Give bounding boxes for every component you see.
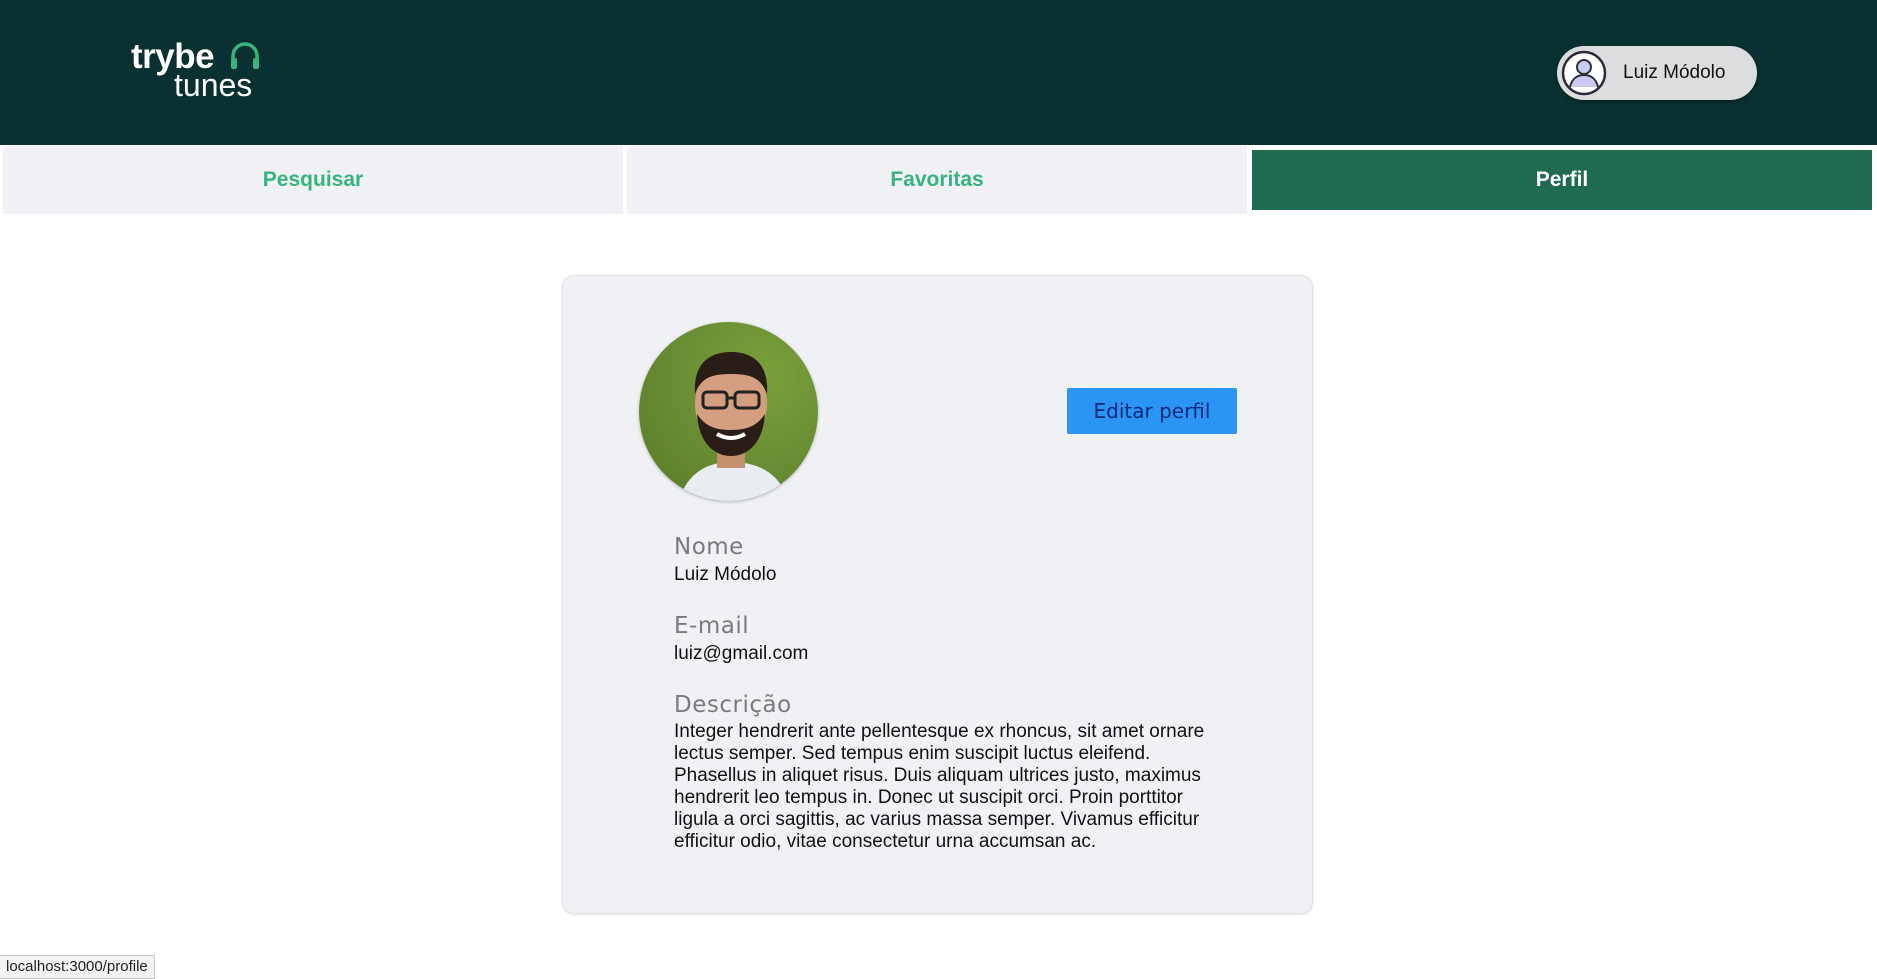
- logo-line-2: tunes: [174, 67, 253, 103]
- user-name: Luiz Módolo: [1623, 62, 1726, 83]
- profile-card: Editar perfil Nome Luiz Módolo E-mail lu…: [562, 275, 1313, 914]
- profile-photo-image: [639, 322, 818, 501]
- user-profile-pill[interactable]: Luiz Módolo: [1557, 46, 1757, 100]
- user-circle-icon: [1561, 50, 1607, 96]
- tab-pesquisar[interactable]: Pesquisar: [3, 146, 623, 214]
- email-label: E-mail: [674, 613, 750, 639]
- tab-favoritas[interactable]: Favoritas: [627, 146, 1247, 214]
- description-value: Integer hendrerit ante pellentesque ex r…: [674, 721, 1205, 852]
- app-header: trybe tunes Luiz Módolo: [0, 0, 1877, 145]
- description-label: Descrição: [674, 692, 792, 718]
- trybe-tunes-logo[interactable]: trybe tunes: [131, 38, 271, 102]
- status-bar-url: localhost:3000/profile: [0, 955, 155, 979]
- edit-profile-button[interactable]: Editar perfil: [1067, 388, 1237, 434]
- profile-photo: [639, 322, 818, 501]
- name-label: Nome: [674, 534, 744, 560]
- tab-perfil[interactable]: Perfil: [1252, 150, 1872, 210]
- email-value: luiz@gmail.com: [674, 643, 809, 664]
- name-value: Luiz Módolo: [674, 564, 777, 585]
